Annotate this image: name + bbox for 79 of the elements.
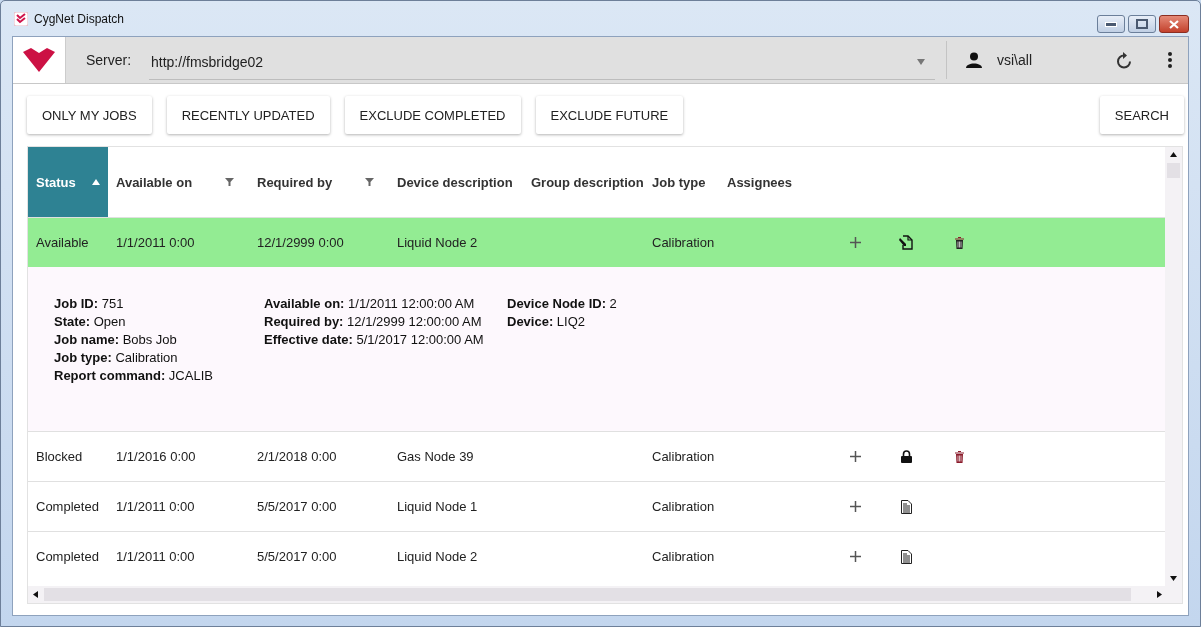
trash-icon[interactable] bbox=[954, 236, 964, 249]
sort-ascending-icon bbox=[92, 179, 100, 185]
filter-button[interactable]: EXCLUDE FUTURE bbox=[535, 96, 684, 134]
date-cell: 12/1/2999 0:00 bbox=[257, 235, 344, 250]
detail-field: Available on: 1/1/2011 12:00:00 AM bbox=[264, 295, 507, 313]
close-button[interactable] bbox=[1159, 15, 1189, 33]
column-header[interactable]: Group description bbox=[523, 147, 644, 217]
window-title: CygNet Dispatch bbox=[34, 11, 125, 26]
user-name: vsi\all bbox=[997, 52, 1032, 68]
column-header[interactable]: Status bbox=[28, 147, 108, 217]
date-cell: 1/1/2011 0:00 bbox=[116, 549, 195, 564]
table-row[interactable]: Available 1/1/2011 0:00 12/1/2999 0:00 Liquid Node 2 Calibration bbox=[28, 217, 1165, 267]
add-icon[interactable] bbox=[849, 237, 861, 248]
date-cell: 1/1/2016 0:00 bbox=[116, 449, 196, 464]
filter-button[interactable]: ONLY MY JOBS bbox=[27, 96, 152, 134]
filter-icon[interactable] bbox=[225, 178, 234, 186]
vertical-scrollbar[interactable] bbox=[1165, 147, 1182, 586]
device-cell: Liquid Node 1 bbox=[397, 499, 478, 514]
status-cell: Blocked bbox=[36, 449, 83, 464]
dropdown-caret-icon bbox=[917, 58, 925, 65]
detail-field: State: Open bbox=[54, 313, 264, 331]
date-cell: 5/5/2017 0:00 bbox=[257, 499, 337, 514]
detail-field: Device Node ID: 2 bbox=[507, 295, 617, 313]
detail-field: Effective date: 5/1/2017 12:00:00 AM bbox=[264, 331, 507, 349]
heart-logo-icon bbox=[23, 48, 55, 72]
status-cell: Completed bbox=[36, 549, 99, 564]
date-cell: 1/1/2011 0:00 bbox=[116, 235, 195, 250]
detail-field: Required by: 12/1/2999 12:00:00 AM bbox=[264, 313, 507, 331]
edit-document-icon[interactable] bbox=[899, 235, 913, 250]
job-type-cell: Calibration bbox=[652, 499, 715, 514]
close-icon bbox=[1169, 19, 1179, 29]
filter-button[interactable]: RECENTLY UPDATED bbox=[166, 96, 330, 134]
column-header[interactable]: Required by bbox=[249, 147, 389, 217]
refresh-icon[interactable] bbox=[1116, 51, 1132, 69]
app-check-icon bbox=[14, 11, 28, 26]
add-icon[interactable] bbox=[849, 551, 861, 562]
scroll-right-icon[interactable] bbox=[1157, 591, 1162, 598]
job-type-cell: Calibration bbox=[652, 449, 715, 464]
server-dropdown[interactable]: http://fmsbridge02 bbox=[149, 44, 935, 80]
trash-icon[interactable] bbox=[954, 450, 964, 463]
add-icon[interactable] bbox=[849, 451, 861, 462]
filter-button[interactable]: EXCLUDE COMPLETED bbox=[344, 96, 521, 134]
device-cell: Gas Node 39 bbox=[397, 449, 474, 464]
column-header[interactable]: Available on bbox=[108, 147, 249, 217]
status-cell: Completed bbox=[36, 499, 99, 514]
column-header[interactable]: Device description bbox=[389, 147, 523, 217]
detail-field: Job type: Calibration bbox=[54, 349, 264, 367]
detail-field: Report command: JCALIB bbox=[54, 367, 264, 385]
table-row[interactable]: Blocked 1/1/2016 0:00 2/1/2018 0:00 Gas Node 39 Calibration bbox=[28, 431, 1165, 481]
job-type-cell: Calibration bbox=[652, 235, 715, 250]
server-label: Server: bbox=[86, 52, 133, 68]
date-cell: 5/5/2017 0:00 bbox=[257, 549, 337, 564]
device-cell: Liquid Node 2 bbox=[397, 549, 478, 564]
search-button[interactable]: SEARCH bbox=[1099, 96, 1184, 134]
detail-field: Job name: Bobs Job bbox=[54, 331, 264, 349]
detail-field: Job ID: 751 bbox=[54, 295, 264, 313]
status-cell: Available bbox=[36, 235, 89, 250]
device-cell: Liquid Node 2 bbox=[397, 235, 478, 250]
scroll-left-icon[interactable] bbox=[33, 591, 38, 598]
more-menu-icon[interactable] bbox=[1168, 52, 1172, 68]
add-icon[interactable] bbox=[849, 501, 861, 512]
date-cell: 1/1/2011 0:00 bbox=[116, 499, 195, 514]
maximize-button[interactable] bbox=[1128, 15, 1156, 33]
detail-field: Device: LIQ2 bbox=[507, 313, 617, 331]
user-icon bbox=[966, 52, 982, 68]
column-header[interactable]: Assignees bbox=[719, 147, 829, 217]
filter-icon[interactable] bbox=[365, 178, 374, 186]
horizontal-scrollbar[interactable] bbox=[28, 586, 1182, 603]
scroll-down-icon[interactable] bbox=[1170, 576, 1177, 581]
document-icon[interactable] bbox=[900, 499, 912, 514]
minimize-button[interactable] bbox=[1097, 15, 1125, 33]
job-type-cell: Calibration bbox=[652, 549, 715, 564]
table-row[interactable]: Completed 1/1/2011 0:00 5/5/2017 0:00 Liquid Node 2 Calibration bbox=[28, 531, 1165, 581]
column-header[interactable]: Job type bbox=[644, 147, 719, 217]
document-icon[interactable] bbox=[900, 549, 912, 564]
scroll-up-icon[interactable] bbox=[1170, 152, 1177, 157]
lock-icon[interactable] bbox=[900, 450, 912, 463]
date-cell: 2/1/2018 0:00 bbox=[257, 449, 337, 464]
table-row[interactable]: Completed 1/1/2011 0:00 5/5/2017 0:00 Liquid Node 1 Calibration bbox=[28, 481, 1165, 531]
